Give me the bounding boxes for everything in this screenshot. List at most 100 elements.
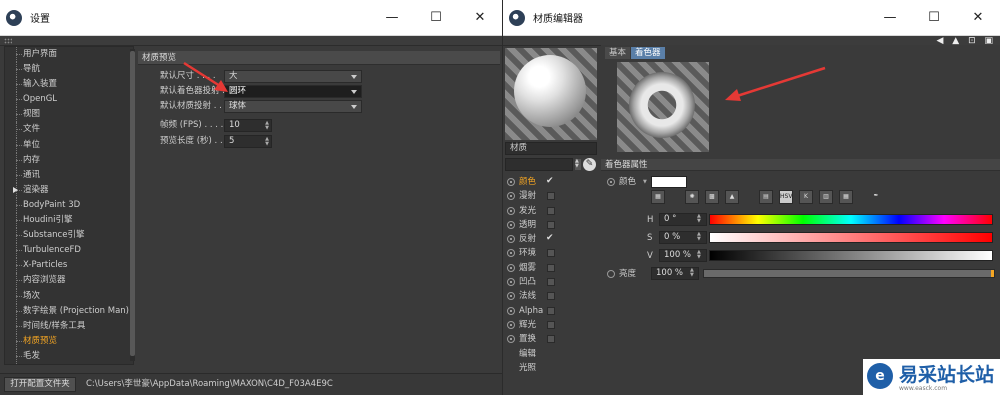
spinner-icon[interactable]: ▲ ▼ bbox=[697, 250, 701, 260]
sidebar-item[interactable]: 输入装置 bbox=[5, 77, 133, 93]
channel-item[interactable]: 环境 bbox=[505, 246, 597, 260]
material-preview[interactable] bbox=[505, 48, 597, 140]
channel-checkbox[interactable] bbox=[547, 249, 555, 258]
sidebar-item[interactable]: 导航 bbox=[5, 62, 133, 78]
color-wheel-icon[interactable]: ✺ bbox=[685, 190, 699, 204]
channel-radio[interactable] bbox=[507, 320, 515, 329]
spinner-icon[interactable]: ▲ ▼ bbox=[697, 232, 701, 242]
sidebar-item[interactable]: 时间线/样条工具 bbox=[5, 318, 133, 334]
sidebar-scrollbar[interactable] bbox=[130, 49, 135, 361]
sidebar-item[interactable]: TurbulenceFD bbox=[5, 243, 133, 259]
maximize-button[interactable]: ☐ bbox=[912, 0, 956, 36]
animate-radio[interactable] bbox=[607, 270, 615, 278]
material-option-field[interactable] bbox=[505, 158, 573, 171]
sidebar-item[interactable]: 内存 bbox=[5, 152, 133, 168]
color-swatch[interactable] bbox=[651, 176, 687, 188]
value-slider[interactable] bbox=[709, 250, 993, 261]
channel-item[interactable]: 发光 bbox=[505, 204, 597, 218]
sidebar-item[interactable]: 场次 bbox=[5, 288, 133, 304]
preview-length-field[interactable]: 5 ▲ ▼ bbox=[224, 135, 272, 148]
picker-icon[interactable]: ▦ bbox=[651, 190, 665, 204]
spinner-icon[interactable]: ▲ ▼ bbox=[265, 137, 269, 147]
default-shader-projection-dropdown[interactable]: 圆环 bbox=[224, 85, 362, 98]
sidebar-item[interactable]: 毛发 bbox=[5, 348, 133, 365]
channel-radio[interactable] bbox=[507, 278, 515, 287]
channel-radio[interactable] bbox=[507, 263, 515, 272]
animate-radio[interactable] bbox=[607, 178, 615, 186]
channel-checkbox[interactable] bbox=[547, 320, 555, 329]
channel-item[interactable]: 烟雾 bbox=[505, 261, 597, 275]
channel-item[interactable]: 编辑 bbox=[505, 347, 597, 361]
sidebar-item[interactable]: 文件 bbox=[5, 122, 133, 138]
channel-item[interactable]: 辉光 bbox=[505, 318, 597, 332]
sidebar-item[interactable]: 用户界面 bbox=[5, 47, 133, 63]
sidebar-item[interactable]: X-Particles bbox=[5, 258, 133, 274]
channel-checkbox[interactable] bbox=[547, 278, 555, 287]
sidebar-item[interactable]: Substance引擎 bbox=[5, 228, 133, 244]
minimize-button[interactable]: — bbox=[370, 0, 414, 36]
channel-checkbox[interactable] bbox=[547, 192, 555, 201]
channel-radio[interactable] bbox=[507, 192, 515, 201]
spinner-icon[interactable]: ▲ ▼ bbox=[697, 214, 701, 224]
chevron-down-icon[interactable]: ▼ bbox=[643, 179, 647, 185]
channel-checkbox[interactable] bbox=[547, 306, 555, 315]
hue-slider[interactable] bbox=[709, 214, 993, 225]
channel-checkbox[interactable] bbox=[547, 206, 555, 215]
channel-checkbox[interactable] bbox=[547, 292, 555, 301]
brightness-slider[interactable] bbox=[703, 269, 995, 278]
open-config-folder-button[interactable]: 打开配置文件夹 bbox=[4, 377, 76, 392]
spinner-icon[interactable]: ▲ ▼ bbox=[265, 121, 269, 131]
material-name-field[interactable]: 材质 bbox=[505, 142, 597, 155]
close-button[interactable]: ✕ bbox=[458, 0, 502, 36]
channel-checkbox[interactable] bbox=[547, 263, 555, 272]
sidebar-item[interactable]: 单位 bbox=[5, 137, 133, 153]
image-icon[interactable]: ▲ bbox=[725, 190, 739, 204]
channel-item[interactable]: 置换 bbox=[505, 332, 597, 346]
channel-item[interactable]: 光照 bbox=[505, 361, 597, 375]
channel-item[interactable]: 凹凸 bbox=[505, 275, 597, 289]
channel-radio[interactable] bbox=[507, 249, 515, 258]
channel-radio[interactable] bbox=[507, 220, 515, 229]
expand-arrow-icon[interactable] bbox=[13, 186, 18, 193]
maximize-button[interactable]: ☐ bbox=[414, 0, 458, 36]
channel-radio[interactable] bbox=[507, 178, 515, 186]
hsv-icon[interactable]: HSV bbox=[779, 190, 793, 204]
swatches-icon[interactable]: ▦ bbox=[839, 190, 853, 204]
rgb-icon[interactable]: ▤ bbox=[759, 190, 773, 204]
tab-basic[interactable]: 基本 bbox=[605, 47, 631, 59]
channel-radio[interactable] bbox=[507, 206, 515, 215]
sidebar-item[interactable]: Houdini引擎 bbox=[5, 213, 133, 229]
material-editor-titlebar[interactable]: 材质编辑器 — ☐ ✕ bbox=[503, 0, 1000, 36]
minimize-button[interactable]: — bbox=[868, 0, 912, 36]
sidebar-item[interactable]: BodyPaint 3D bbox=[5, 197, 133, 214]
fps-field[interactable]: 10 ▲ ▼ bbox=[224, 119, 272, 132]
channel-radio[interactable] bbox=[507, 292, 515, 301]
sidebar-item[interactable]: 数字绘景 (Projection Man) bbox=[5, 303, 133, 319]
scrollbar-thumb[interactable] bbox=[130, 51, 135, 356]
sidebar-item[interactable]: 材质预览 bbox=[5, 333, 133, 349]
spectrum-icon[interactable]: ▩ bbox=[705, 190, 719, 204]
sidebar-item[interactable]: 视图 bbox=[5, 107, 133, 123]
grip-icon[interactable] bbox=[4, 38, 12, 44]
sidebar-item[interactable]: 内容浏览器 bbox=[5, 273, 133, 289]
eyedropper-icon[interactable]: ✒ bbox=[869, 190, 883, 204]
spinner-icon[interactable]: ▲ ▼ bbox=[690, 268, 694, 278]
tab-shader[interactable]: 着色器 bbox=[631, 47, 665, 59]
channel-radio[interactable] bbox=[507, 306, 515, 315]
channel-radio[interactable] bbox=[507, 335, 515, 344]
default-size-dropdown[interactable]: 大 bbox=[224, 70, 362, 83]
channel-checkbox[interactable] bbox=[547, 335, 555, 344]
close-button[interactable]: ✕ bbox=[956, 0, 1000, 36]
channel-checkbox[interactable] bbox=[547, 220, 555, 229]
mixer-icon[interactable]: ▥ bbox=[819, 190, 833, 204]
sidebar-item[interactable]: OpenGL bbox=[5, 92, 133, 108]
channel-item[interactable]: 透明 bbox=[505, 218, 597, 232]
channel-item[interactable]: 法线 bbox=[505, 289, 597, 303]
shader-preview[interactable] bbox=[617, 62, 709, 152]
channel-item[interactable]: 反射 bbox=[505, 231, 597, 246]
sidebar-item[interactable]: 渲染器 bbox=[5, 182, 133, 199]
spinner-icon[interactable]: ▲ ▼ bbox=[575, 159, 581, 170]
channel-radio[interactable] bbox=[507, 235, 515, 244]
channel-item[interactable]: 漫射 bbox=[505, 189, 597, 203]
channel-checkbox[interactable] bbox=[546, 231, 555, 245]
